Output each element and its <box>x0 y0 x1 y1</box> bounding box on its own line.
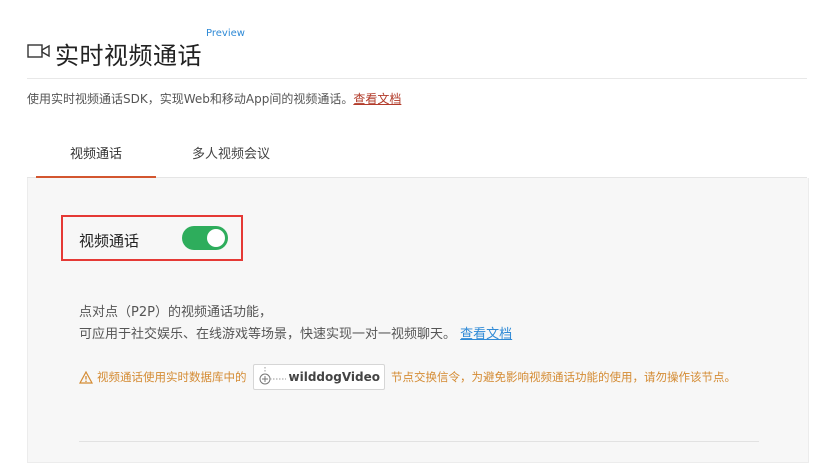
page-description: 使用实时视频通话SDK，实现Web和移动App间的视频通话。查看文档 <box>27 90 401 107</box>
warning-text-before: 视频通话使用实时数据库中的 <box>97 370 247 384</box>
toggle-highlight-box: 视频通话 <box>61 215 243 261</box>
tab-bar: 视频通话 多人视频会议 <box>27 136 807 178</box>
warning-icon <box>79 370 93 384</box>
feature-description-text: 可应用于社交娱乐、在线游戏等场景，快速实现一对一视频聊天。 <box>79 327 457 342</box>
node-tree-icon <box>259 367 286 385</box>
section-divider <box>79 441 759 442</box>
video-call-panel: 视频通话 点对点（P2P）的视频通话功能， 可应用于社交娱乐、在线游戏等场景，快… <box>27 178 809 463</box>
page-title: 实时视频通话 <box>55 42 202 70</box>
toggle-label: 视频通话 <box>79 232 140 250</box>
page-header: 实时视频通话 Preview <box>27 26 807 79</box>
video-call-toggle[interactable] <box>182 226 228 250</box>
feature-docs-link[interactable]: 查看文档 <box>460 327 512 342</box>
view-docs-link[interactable]: 查看文档 <box>353 92 401 106</box>
node-chip: wilddogVideo <box>252 364 385 390</box>
tab-video-call[interactable]: 视频通话 <box>36 136 156 178</box>
description-text: 使用实时视频通话SDK，实现Web和移动App间的视频通话。 <box>27 92 354 106</box>
feature-description-line1: 点对点（P2P）的视频通话功能， <box>79 305 272 320</box>
preview-badge: Preview <box>206 28 245 39</box>
warning-notice: 视频通话使用实时数据库中的 wilddogVideo 节点交换信令，为避免影响视… <box>79 364 736 390</box>
video-camera-icon <box>27 44 50 58</box>
tab-multi-video-conference[interactable]: 多人视频会议 <box>167 136 295 176</box>
feature-description-line2: 可应用于社交娱乐、在线游戏等场景，快速实现一对一视频聊天。 查看文档 <box>79 323 512 342</box>
warning-text-after: 节点交换信令，为避免影响视频通话功能的使用，请勿操作该节点。 <box>391 370 736 384</box>
toggle-knob <box>207 229 225 247</box>
node-name: wilddogVideo <box>288 370 381 384</box>
